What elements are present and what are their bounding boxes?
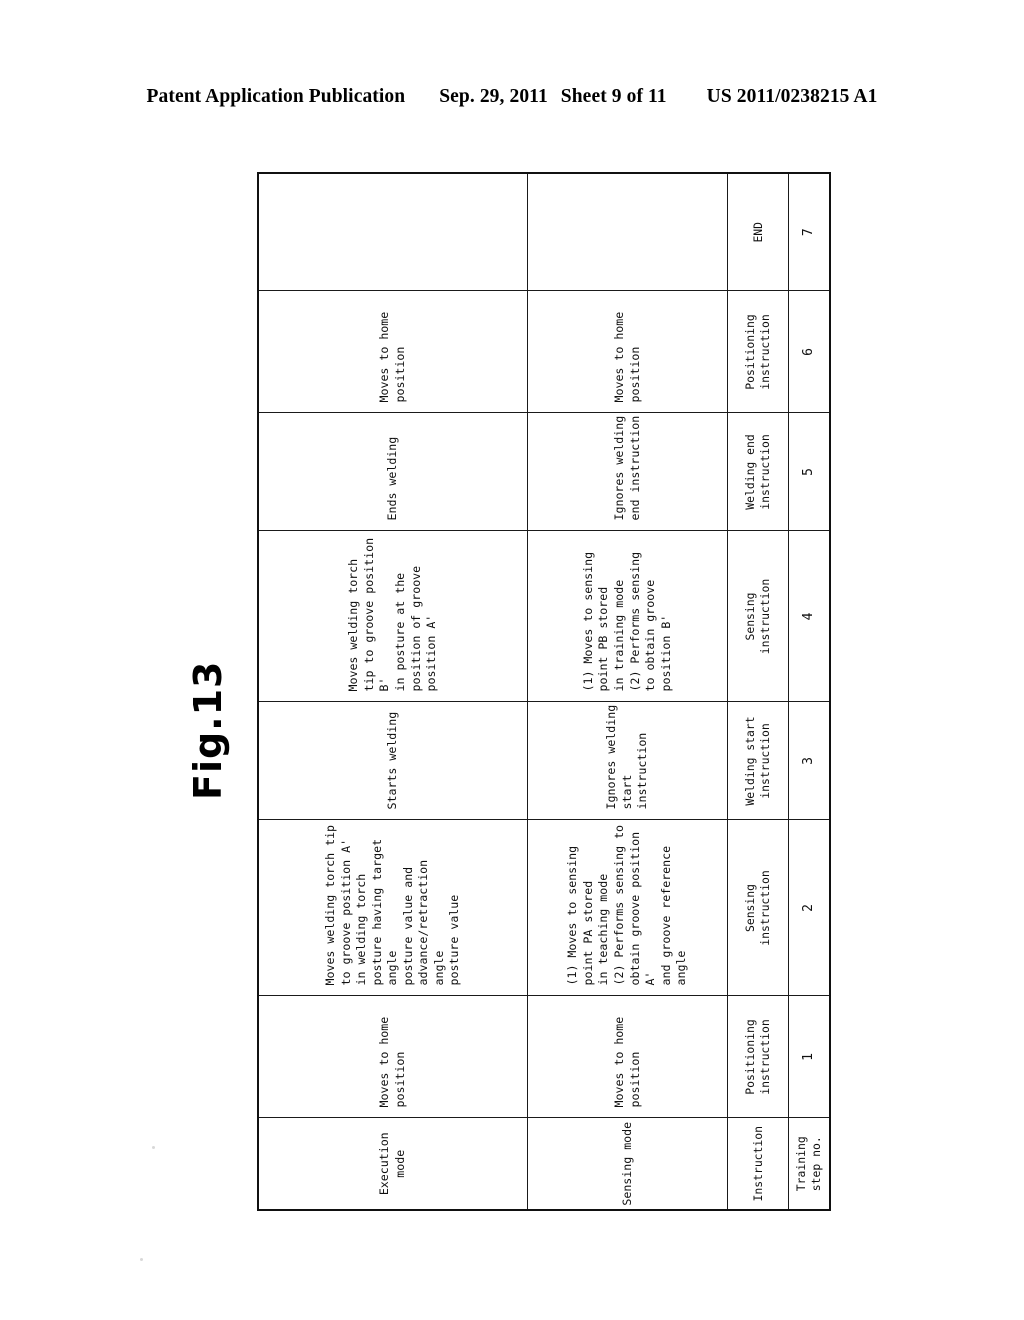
table-cell-step-3: 3 [788, 702, 830, 820]
column-header-instruction: Instruction [727, 1118, 789, 1210]
table-cell-step-1: 1 [788, 996, 830, 1118]
table-column-training-step-no: Training step no. 1 2 3 4 5 6 7 [788, 173, 830, 1210]
table-cell-sensing-5: Ignores welding end instruction [527, 413, 728, 531]
table-cell-sensing-4: (1) Moves to sensing point PB stored in … [527, 531, 728, 702]
sheet-number: Sheet 9 of 11 [560, 86, 667, 107]
scan-speck [140, 1258, 143, 1261]
table-cell-execution-2: Moves welding torch tip to groove positi… [258, 820, 528, 996]
table-cell-execution-7 [258, 173, 528, 291]
table-cell-instruction-4: Sensing instruction [727, 531, 789, 702]
column-header-execution-mode: Execution mode [258, 1118, 528, 1210]
table-column-sensing-mode: Sensing mode Moves to home position (1) … [527, 173, 728, 1210]
figure-table-container: Execution mode Moves to home position Mo… [257, 172, 831, 1211]
table-cell-step-2: 2 [788, 820, 830, 996]
table-cell-sensing-2: (1) Moves to sensing point PA stored in … [527, 820, 728, 996]
publication-title: Patent Application Publication [146, 86, 406, 107]
scan-speck [152, 1146, 155, 1149]
table-cell-sensing-1: Moves to home position [527, 996, 728, 1118]
table-cell-instruction-3: Welding start instruction [727, 702, 789, 820]
publication-date: Sep. 29, 2011 [439, 86, 548, 107]
table-cell-instruction-7: END [727, 173, 789, 291]
training-step-table: Execution mode Moves to home position Mo… [257, 172, 831, 1211]
table-cell-step-5: 5 [788, 413, 830, 531]
table-cell-instruction-5: Welding end instruction [727, 413, 789, 531]
table-column-instruction: Instruction Positioning instruction Sens… [727, 173, 789, 1210]
figure-label: Fig.13 [186, 660, 230, 800]
patent-number: US 2011/0238215 A1 [706, 86, 878, 107]
table-cell-execution-1: Moves to home position [258, 996, 528, 1118]
table-cell-instruction-6: Positioning instruction [727, 291, 789, 413]
column-header-training-step-no: Training step no. [788, 1118, 830, 1210]
table-cell-instruction-1: Positioning instruction [727, 996, 789, 1118]
table-cell-execution-5: Ends welding [258, 413, 528, 531]
table-cell-step-4: 4 [788, 531, 830, 702]
table-column-execution-mode: Execution mode Moves to home position Mo… [258, 173, 528, 1210]
table-cell-execution-6: Moves to home position [258, 291, 528, 413]
table-cell-sensing-6: Moves to home position [527, 291, 728, 413]
column-header-sensing-mode: Sensing mode [527, 1118, 728, 1210]
table-cell-execution-4: Moves welding torch tip to groove positi… [258, 531, 528, 702]
table-cell-execution-3: Starts welding [258, 702, 528, 820]
publication-header: Patent Application Publication Sep. 29, … [0, 86, 1024, 108]
table-cell-step-7: 7 [788, 173, 830, 291]
table-cell-sensing-3: Ignores welding start instruction [527, 702, 728, 820]
table-cell-step-6: 6 [788, 291, 830, 413]
table-cell-sensing-7 [527, 173, 728, 291]
table-cell-instruction-2: Sensing instruction [727, 820, 789, 996]
